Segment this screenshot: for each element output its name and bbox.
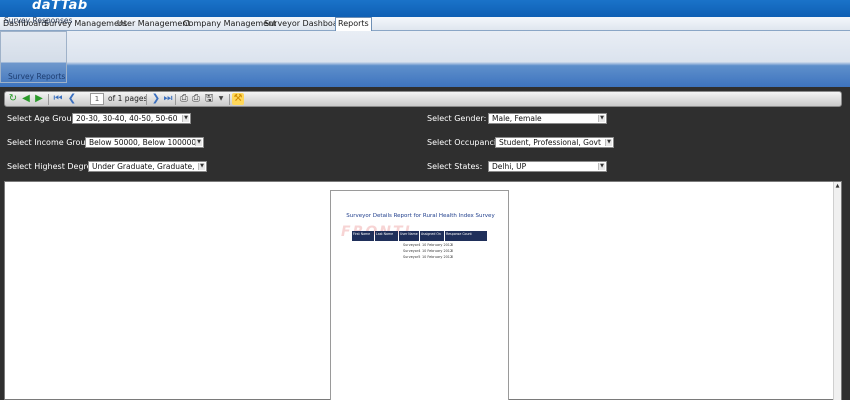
column-header-first-name: First Name bbox=[352, 231, 374, 241]
page-number-input[interactable]: 1 bbox=[90, 93, 104, 105]
toolbar-divider bbox=[229, 94, 230, 105]
chevron-down-icon[interactable]: ▼ bbox=[598, 115, 605, 122]
column-header-last-name: Last Name bbox=[375, 231, 398, 241]
column-header-response-count: Response Count bbox=[445, 231, 487, 241]
chevron-down-icon[interactable]: ▼ bbox=[198, 163, 205, 170]
sub-nav bbox=[0, 31, 850, 87]
last-page-icon[interactable]: ⏭ bbox=[162, 93, 174, 105]
toolbar-divider bbox=[48, 94, 49, 105]
report-cell-assigned: 10 February 2012 bbox=[422, 243, 453, 247]
refresh-icon[interactable]: ↻ bbox=[7, 93, 19, 105]
age-groups-select[interactable]: 20-30, 30-40, 40-50, 50-60 ▼ bbox=[72, 113, 191, 124]
subtab-survey-reports[interactable]: Survey Reports bbox=[8, 72, 65, 81]
print-layout-icon[interactable]: ⎙ bbox=[178, 93, 190, 105]
report-title: Surveyor Details Report for Rural Health… bbox=[346, 213, 495, 219]
report-cell-user: Surveyor5 bbox=[403, 255, 421, 259]
highest-degrees-value: Under Graduate, Graduate, bbox=[92, 162, 195, 171]
forward-icon[interactable]: ▶ bbox=[33, 93, 45, 105]
next-page-icon[interactable]: ❯ bbox=[150, 93, 162, 105]
save-dropdown-icon[interactable]: ▼ bbox=[215, 93, 227, 105]
scroll-up-icon[interactable]: ▲ bbox=[834, 182, 841, 190]
back-icon[interactable]: ◀ bbox=[20, 93, 32, 105]
nav-user-management[interactable]: User Management bbox=[117, 17, 190, 31]
highest-degrees-select[interactable]: Under Graduate, Graduate, ▼ bbox=[88, 161, 207, 172]
nav-company-management[interactable]: Company Management bbox=[183, 17, 276, 31]
subtab-survey-responses-label[interactable]: Survey Responses bbox=[4, 16, 72, 25]
income-groups-label: Select Income Groups: bbox=[7, 138, 98, 147]
report-cell-user: Surveyor4 bbox=[403, 243, 421, 247]
toolbar-divider bbox=[146, 94, 147, 105]
report-page: Surveyor Details Report for Rural Health… bbox=[330, 190, 509, 400]
gender-select[interactable]: Male, Female ▼ bbox=[488, 113, 607, 124]
chevron-down-icon[interactable]: ▼ bbox=[598, 163, 605, 170]
save-icon[interactable]: 🖫 bbox=[203, 93, 215, 105]
vertical-scrollbar[interactable]: ▲ bbox=[833, 182, 841, 400]
first-page-icon[interactable]: ⏮ bbox=[52, 93, 64, 105]
app-logo: daTTab bbox=[32, 0, 88, 13]
report-cell-assigned: 10 February 2012 bbox=[422, 249, 453, 253]
report-cell-assigned: 10 February 2012 bbox=[422, 255, 453, 259]
occupancies-value: Student, Professional, Govt bbox=[499, 138, 601, 147]
report-cell-count: 0 bbox=[451, 243, 454, 247]
states-value: Delhi, UP bbox=[492, 162, 527, 171]
column-header-user-name: User Name bbox=[399, 231, 419, 241]
nav-surveyor-dashboard[interactable]: Surveyor Dashboard bbox=[264, 17, 346, 31]
income-groups-value: Below 50000, Below 100000 bbox=[89, 138, 197, 147]
column-header-assigned-on: Assigned On bbox=[420, 231, 444, 241]
states-label: Select States: bbox=[427, 162, 483, 171]
income-groups-select[interactable]: Below 50000, Below 100000 ▼ bbox=[85, 137, 204, 148]
chevron-down-icon[interactable]: ▼ bbox=[195, 139, 202, 146]
chevron-down-icon[interactable]: ▼ bbox=[605, 139, 612, 146]
occupancies-select[interactable]: Student, Professional, Govt ▼ bbox=[495, 137, 614, 148]
age-groups-value: 20-30, 30-40, 40-50, 50-60 bbox=[76, 114, 178, 123]
report-cell-count: 0 bbox=[451, 255, 454, 259]
toolbar-divider bbox=[175, 94, 176, 105]
gender-label: Select Gender: bbox=[427, 114, 487, 123]
print-icon[interactable]: ⎙ bbox=[190, 93, 202, 105]
prev-page-icon[interactable]: ❮ bbox=[66, 93, 78, 105]
report-toolbar: ↻ ◀ ▶ ⏮ ❮ 1 of 1 pages ❯ ⏭ ⎙ ⎙ 🖫 ▼ ⚒ bbox=[4, 91, 842, 107]
gender-value: Male, Female bbox=[492, 114, 542, 123]
parameters-icon[interactable]: ⚒ bbox=[232, 93, 244, 105]
report-cell-count: 0 bbox=[451, 249, 454, 253]
nav-reports[interactable]: Reports bbox=[335, 17, 372, 32]
main-nav: Dashboard Survey Management User Managem… bbox=[0, 17, 850, 32]
page-count-label: of 1 pages bbox=[108, 94, 148, 103]
app-header: daTTab bbox=[0, 0, 850, 17]
report-cell-user: Surveyor4 bbox=[403, 249, 421, 253]
chevron-down-icon[interactable]: ▼ bbox=[182, 115, 189, 122]
states-select[interactable]: Delhi, UP ▼ bbox=[488, 161, 607, 172]
